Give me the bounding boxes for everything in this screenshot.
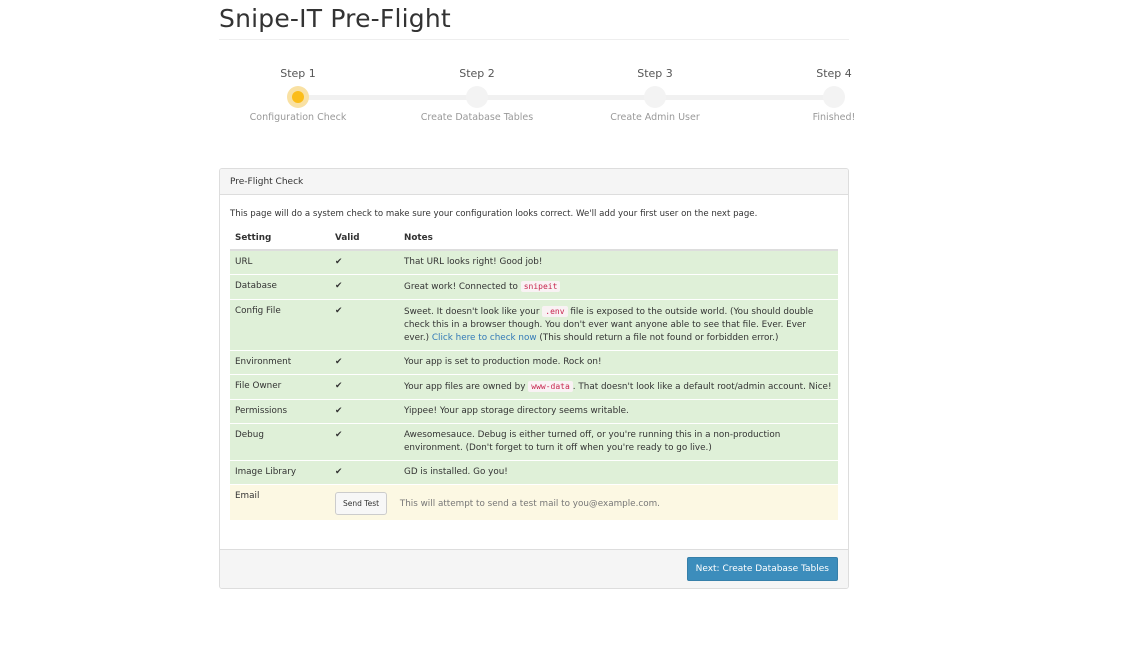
step-label: Finished!	[812, 112, 856, 123]
step-dot	[644, 86, 666, 108]
check-icon: ✔	[330, 423, 399, 461]
row-notes: Your app files are owned by www-data. Th…	[399, 374, 838, 400]
wizard-stepper: Step 1 Configuration Check Step 2 Create…	[0, 0, 1130, 140]
row-setting: URL	[230, 249, 330, 275]
check-icon: ✔	[330, 399, 399, 424]
table-row-environment: Environment ✔ Your app is set to product…	[230, 350, 838, 375]
row-setting: Environment	[230, 350, 330, 375]
row-notes: GD is installed. Go you!	[399, 460, 838, 485]
step-3: Step 3 Create Admin User	[560, 66, 750, 123]
intro-text: This page will do a system check to make…	[230, 209, 758, 219]
step-number: Step 4	[816, 67, 852, 80]
step-label: Create Database Tables	[420, 112, 534, 123]
email-note: This will attempt to send a test mail to…	[399, 499, 660, 509]
step-dot	[466, 86, 488, 108]
table-row-email: Email Send Test This will attempt to sen…	[230, 484, 838, 520]
check-icon: ✔	[330, 299, 399, 351]
step-label: Configuration Check	[249, 112, 347, 123]
row-setting: Permissions	[230, 399, 330, 424]
row-setting: Debug	[230, 423, 330, 461]
panel-heading: Pre-Flight Check	[220, 169, 848, 195]
step-number: Step 1	[280, 67, 316, 80]
column-setting: Setting	[230, 226, 330, 251]
table-row-debug: Debug ✔ Awesomesauce. Debug is either tu…	[230, 423, 838, 461]
panel-body: This page will do a system check to make…	[220, 195, 848, 520]
notes-text: (This should return a file not found or …	[539, 333, 779, 343]
row-notes: Your app is set to production mode. Rock…	[399, 350, 838, 375]
check-icon: ✔	[330, 374, 399, 400]
check-icon: ✔	[330, 274, 399, 300]
check-icon: ✔	[330, 249, 399, 275]
panel-footer: Next: Create Database Tables	[220, 549, 848, 588]
table-row-file-owner: File Owner ✔ Your app files are owned by…	[230, 374, 838, 400]
notes-text: . That doesn't look like a default root/…	[572, 382, 832, 392]
env-file-code: .env	[542, 306, 568, 317]
table-row-url: URL ✔ That URL looks right! Good job!	[230, 249, 838, 275]
row-notes: That URL looks right! Good job!	[399, 249, 838, 275]
table-row-image-library: Image Library ✔ GD is installed. Go you!	[230, 460, 838, 485]
owner-code: www-data	[528, 381, 573, 392]
row-setting: Image Library	[230, 460, 330, 485]
step-label: Create Admin User	[610, 112, 700, 123]
step-number: Step 3	[637, 67, 673, 80]
column-notes: Notes	[399, 226, 838, 251]
preflight-table: Setting Valid Notes URL ✔ That URL looks…	[230, 226, 838, 520]
step-2: Step 2 Create Database Tables	[382, 66, 572, 123]
step-4: Step 4 Finished!	[739, 66, 929, 123]
table-header: Setting Valid Notes	[230, 226, 838, 251]
next-create-database-tables-button[interactable]: Next: Create Database Tables	[686, 557, 838, 581]
check-icon: ✔	[330, 350, 399, 375]
row-notes: Awesomesauce. Debug is either turned off…	[399, 423, 838, 461]
step-1: Step 1 Configuration Check	[203, 66, 393, 123]
table-row-permissions: Permissions ✔ Yippee! Your app storage d…	[230, 399, 838, 424]
table-row-config-file: Config File ✔ Sweet. It doesn't look lik…	[230, 299, 838, 351]
row-notes: Yippee! Your app storage directory seems…	[399, 399, 838, 424]
column-valid: Valid	[330, 226, 399, 251]
notes-text: Your app files are owned by	[404, 382, 526, 392]
row-setting: Database	[230, 274, 330, 300]
row-email-actions: Send Test This will attempt to send a te…	[330, 484, 838, 520]
preflight-panel: Pre-Flight Check This page will do a sys…	[219, 168, 849, 589]
step-number: Step 2	[459, 67, 495, 80]
row-setting: File Owner	[230, 374, 330, 400]
row-setting: Email	[230, 484, 330, 520]
check-icon: ✔	[330, 460, 399, 485]
send-test-button[interactable]: Send Test	[335, 492, 388, 515]
table-row-database: Database ✔ Great work! Connected to snip…	[230, 274, 838, 300]
database-name: snipeit	[520, 281, 561, 292]
row-setting: Config File	[230, 299, 330, 351]
notes-text: Great work! Connected to	[404, 282, 518, 292]
row-notes: Sweet. It doesn't look like your .env fi…	[399, 299, 838, 351]
check-now-link[interactable]: Click here to check now	[432, 333, 537, 343]
step-dot	[823, 86, 845, 108]
step-dot-active	[287, 86, 309, 108]
notes-text: Sweet. It doesn't look like your	[404, 307, 540, 317]
row-notes: Great work! Connected to snipeit	[399, 274, 838, 300]
